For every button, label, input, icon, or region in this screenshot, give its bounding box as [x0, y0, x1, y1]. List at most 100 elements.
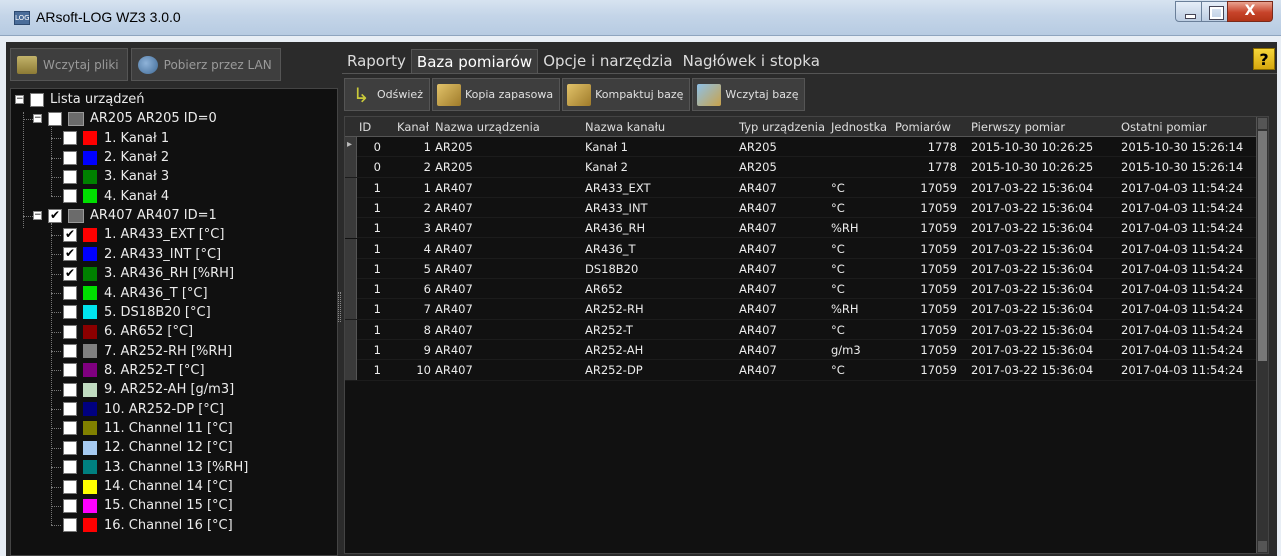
- table-row[interactable]: 1 1 AR407 AR433_EXT AR407 °C 17059 2017-03-22 1…: [345, 177, 1257, 198]
- row-selector[interactable]: [345, 238, 357, 259]
- channel-node[interactable]: 4. AR436_T [°C]: [63, 284, 208, 303]
- collapse-toggle-icon[interactable]: −: [15, 95, 24, 104]
- channel-checkbox[interactable]: [63, 131, 77, 146]
- channel-node[interactable]: 7. AR252-RH [%RH]: [63, 342, 232, 361]
- device-checkbox[interactable]: [48, 208, 62, 223]
- channel-node[interactable]: 1. AR433_EXT [°C]: [63, 225, 224, 244]
- channel-node[interactable]: 1. Kanał 1: [63, 129, 169, 148]
- table-row[interactable]: 0 2 AR205 Kanał 2 AR205 1778 2015-10-30 10:26:…: [345, 157, 1257, 178]
- vertical-scrollbar[interactable]: [1256, 117, 1268, 553]
- column-header[interactable]: Nazwa urządzenia: [435, 120, 540, 134]
- collapse-toggle-icon[interactable]: −: [33, 114, 42, 124]
- column-header[interactable]: Pomiarów: [895, 120, 951, 134]
- row-selector[interactable]: [345, 360, 357, 381]
- row-selector[interactable]: [345, 197, 357, 218]
- channel-node[interactable]: 14. Channel 14 [°C]: [63, 477, 233, 496]
- channel-checkbox[interactable]: [63, 344, 77, 359]
- channel-checkbox[interactable]: [63, 498, 77, 513]
- tab-1[interactable]: Raporty: [342, 49, 411, 73]
- collapse-toggle-icon[interactable]: −: [33, 211, 42, 221]
- column-header[interactable]: Nazwa kanału: [585, 120, 665, 134]
- row-selector[interactable]: [345, 137, 357, 157]
- close-button[interactable]: X: [1227, 1, 1273, 22]
- channel-node[interactable]: 10. AR252-DP [°C]: [63, 400, 224, 419]
- row-selector[interactable]: [345, 177, 357, 198]
- channel-checkbox[interactable]: [63, 402, 77, 417]
- channel-checkbox[interactable]: [63, 518, 77, 533]
- channel-checkbox[interactable]: [63, 150, 77, 165]
- row-selector[interactable]: [345, 340, 357, 360]
- scrollbar-thumb[interactable]: [1258, 131, 1267, 361]
- channel-node[interactable]: 2. AR433_INT [°C]: [63, 245, 221, 264]
- channel-node[interactable]: 3. AR436_RH [%RH]: [63, 264, 234, 283]
- channel-checkbox[interactable]: [63, 227, 77, 242]
- channel-checkbox[interactable]: [63, 266, 77, 281]
- channel-node[interactable]: 5. DS18B20 [°C]: [63, 303, 211, 322]
- download-lan-button[interactable]: Pobierz przez LAN: [130, 48, 281, 81]
- column-header[interactable]: Typ urządzenia: [739, 120, 825, 134]
- table-row[interactable]: 1 7 AR407 AR252-RH AR407 %RH 17059 2017-03-22 1…: [345, 299, 1257, 320]
- channel-checkbox[interactable]: [63, 286, 77, 300]
- table-row[interactable]: 1 5 AR407 DS18B20 AR407 °C 17059 2017-03-22 15:…: [345, 258, 1257, 280]
- channel-checkbox[interactable]: [63, 382, 77, 397]
- help-button[interactable]: ?: [1253, 48, 1275, 70]
- device-node[interactable]: − AR205 AR205 ID=0: [33, 109, 217, 128]
- channel-node[interactable]: 4. Kanał 4: [63, 187, 169, 206]
- scroll-down-icon[interactable]: [1258, 541, 1267, 552]
- tab-4[interactable]: Nagłówek i stopka: [678, 49, 825, 73]
- tab-2[interactable]: Baza pomiarów: [410, 49, 539, 73]
- channel-node[interactable]: 11. Channel 11 [°C]: [63, 419, 233, 438]
- row-selector[interactable]: [345, 218, 357, 239]
- channel-checkbox[interactable]: [63, 460, 77, 475]
- channel-node[interactable]: 2. Kanał 2: [63, 148, 169, 167]
- device-checkbox[interactable]: [48, 111, 62, 126]
- table-row[interactable]: 1 2 AR407 AR433_INT AR407 °C 17059 2017-03-22 1…: [345, 197, 1257, 219]
- refresh-button[interactable]: ↳ Odśwież: [344, 78, 430, 111]
- channel-checkbox[interactable]: [63, 189, 77, 204]
- load-database-button[interactable]: Wczytaj bazę: [692, 78, 806, 111]
- channel-checkbox[interactable]: [63, 479, 77, 494]
- device-node[interactable]: − AR407 AR407 ID=1: [33, 206, 217, 225]
- row-selector[interactable]: [345, 279, 357, 300]
- load-files-button[interactable]: Wczytaj pliki: [10, 48, 128, 81]
- channel-node[interactable]: 3. Kanał 3: [63, 167, 169, 186]
- tab-3[interactable]: Opcje i narzędzia: [538, 49, 677, 73]
- maximize-button[interactable]: [1201, 1, 1228, 22]
- column-header[interactable]: Ostatni pomiar: [1121, 120, 1207, 134]
- table-row[interactable]: 1 10 AR407 AR252-DP AR407 °C 17059 2017-03-22 1…: [345, 360, 1257, 381]
- tree-root[interactable]: − Lista urządzeń: [15, 90, 145, 109]
- device-tree[interactable]: − Lista urządzeń − AR205 AR205 ID=0 1. Kanał…: [10, 88, 338, 556]
- channel-node[interactable]: 16. Channel 16 [°C]: [63, 516, 233, 535]
- title-bar[interactable]: LOG ARsoft-LOG WZ3 3.0.0 X: [0, 0, 1281, 36]
- channel-checkbox[interactable]: [63, 363, 77, 378]
- channel-checkbox[interactable]: [63, 305, 77, 320]
- table-row[interactable]: 1 4 AR407 AR436_T AR407 °C 17059 2017-03-22 15:…: [345, 238, 1257, 259]
- table-row[interactable]: 1 8 AR407 AR252-T AR407 °C 17059 2017-03-22 15:…: [345, 319, 1257, 340]
- channel-node[interactable]: 12. Channel 12 [°C]: [63, 438, 233, 457]
- table-row[interactable]: 1 9 AR407 AR252-AH AR407 g/m3 17059 2017-03-22 …: [345, 340, 1257, 361]
- channel-node[interactable]: 9. AR252-AH [g/m3]: [63, 380, 234, 399]
- column-header[interactable]: Pierwszy pomiar: [971, 120, 1065, 134]
- column-header[interactable]: ID: [359, 120, 371, 134]
- panel-splitter[interactable]: [338, 292, 341, 322]
- channel-checkbox[interactable]: [63, 440, 77, 455]
- row-selector[interactable]: [345, 258, 357, 279]
- table-row[interactable]: 0 1 AR205 Kanał 1 AR205 1778 2015-10-30 10:26:…: [345, 137, 1257, 158]
- row-selector[interactable]: [345, 319, 357, 340]
- channel-checkbox[interactable]: [63, 324, 77, 339]
- row-selector[interactable]: [345, 299, 357, 320]
- channel-checkbox[interactable]: [63, 246, 77, 262]
- channel-node[interactable]: 8. AR252-T [°C]: [63, 361, 205, 380]
- column-header[interactable]: Kanał: [397, 120, 429, 134]
- row-selector[interactable]: [345, 157, 357, 178]
- channel-checkbox[interactable]: [63, 421, 77, 436]
- column-header[interactable]: Jednostka: [831, 120, 887, 134]
- table-row[interactable]: 1 3 AR407 AR436_RH AR407 %RH 17059 2017-03-22 1…: [345, 218, 1257, 239]
- channel-node[interactable]: 15. Channel 15 [°C]: [63, 496, 233, 515]
- measurements-table[interactable]: ID Kanał Nazwa urządzenia Nazwa kanału Typ u…: [344, 116, 1269, 554]
- table-row[interactable]: 1 6 AR407 AR652 AR407 °C 17059 2017-03-22 15:36…: [345, 279, 1257, 300]
- scroll-up-icon[interactable]: [1258, 118, 1267, 129]
- backup-button[interactable]: Kopia zapasowa: [431, 78, 561, 111]
- compact-database-button[interactable]: Kompaktuj bazę: [562, 78, 691, 111]
- channel-node[interactable]: 13. Channel 13 [%RH]: [63, 458, 248, 477]
